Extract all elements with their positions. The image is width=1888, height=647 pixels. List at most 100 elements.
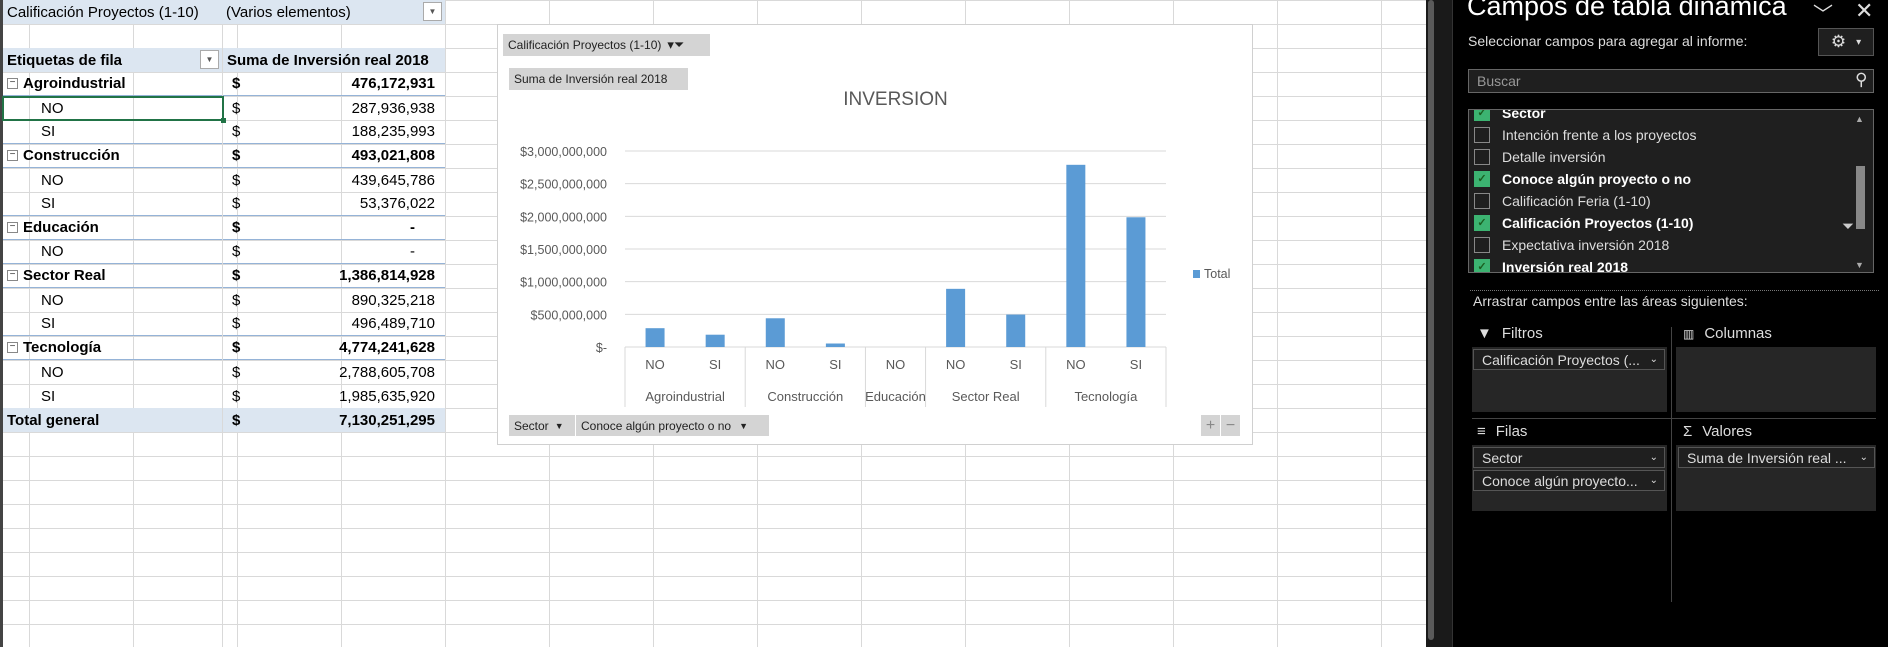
value-cell: $439,645,786 — [222, 168, 445, 192]
row-labels-dropdown-icon[interactable]: ▼ — [200, 50, 219, 69]
pivot-group-row[interactable]: − Tecnología $4,774,241,628 — [3, 335, 445, 360]
field-item[interactable]: Intención frente a los proyectos — [1474, 124, 1697, 146]
pivot-item-row[interactable]: SI $53,376,022 — [3, 191, 445, 216]
field-label: Inversión real 2018 — [1502, 259, 1629, 273]
row-value: 890,325,218 — [351, 291, 435, 309]
pivot-group-row[interactable]: − Sector Real $1,386,814,928 — [3, 263, 445, 288]
pivot-group-row[interactable]: − Agroindustrial $476,172,931 — [3, 71, 445, 96]
bar — [825, 343, 845, 347]
checkbox[interactable] — [1474, 149, 1490, 165]
checkbox[interactable]: ✓ — [1474, 110, 1490, 121]
scroll-down-icon[interactable]: ▼ — [1855, 260, 1864, 270]
collapse-field-button[interactable]: − — [1221, 415, 1240, 436]
row-value: 188,235,993 — [351, 123, 435, 140]
x-group-label: Construcción — [767, 389, 843, 404]
collapse-icon[interactable]: − — [7, 150, 18, 161]
filters-item-label: Calificación Proyectos (... — [1482, 351, 1640, 368]
y-tick-label: $2,500,000,000 — [520, 178, 607, 192]
chevron-down-icon: ⌄ — [1649, 354, 1658, 365]
pivot-group-row[interactable]: − Educación $ - — [3, 215, 445, 240]
conoce-axis-button[interactable]: Conoce algún proyecto o no ▼ — [576, 415, 769, 436]
scroll-up-icon[interactable]: ▲ — [1855, 114, 1864, 124]
pivot-item-row[interactable]: SI $188,235,993 — [3, 119, 445, 144]
field-item[interactable]: ✓ Inversión real 2018 — [1474, 256, 1629, 273]
rows-item-conoce[interactable]: Conoce algún proyecto... ⌄ — [1473, 470, 1665, 491]
pivot-item-row[interactable]: NO $2,788,605,708 — [3, 360, 445, 384]
gear-icon: ⚙ — [1830, 32, 1847, 51]
expand-field-button[interactable]: + — [1201, 415, 1220, 436]
pivot-filter-label: Calificación Proyectos (1-10) — [7, 3, 199, 21]
filters-item[interactable]: Calificación Proyectos (... ⌄ — [1473, 349, 1665, 370]
rows-area[interactable]: Sector ⌄ Conoce algún proyecto... ⌄ — [1472, 445, 1667, 511]
field-list[interactable]: ✓ Sector Intención frente a los proyectos D… — [1468, 109, 1874, 273]
rows-item-sector[interactable]: Sector ⌄ — [1473, 447, 1665, 468]
checkbox[interactable]: ✓ — [1474, 215, 1490, 231]
sector-axis-button[interactable]: Sector ▼ — [509, 415, 575, 436]
x-tick-label: NO — [1066, 357, 1086, 372]
row-label: Tecnología — [23, 339, 102, 356]
row-value: 1,985,635,920 — [339, 387, 435, 405]
pivot-fields-pane: Campos de tabla dinámica ﹀ ✕ Seleccionar… — [1452, 0, 1888, 647]
collapse-icon[interactable]: − — [7, 222, 18, 233]
field-item[interactable]: ✓ Calificación Proyectos (1-10) — [1474, 212, 1693, 234]
row-value: 496,489,710 — [351, 315, 435, 332]
pivot-item-row[interactable]: SI $496,489,710 — [3, 311, 445, 336]
row-label-cell: NO — [3, 168, 222, 192]
value-cell: $53,376,022 — [222, 191, 445, 216]
columns-label: Columnas — [1704, 325, 1772, 342]
row-value: 287,936,938 — [351, 99, 435, 117]
collapse-icon[interactable]: − — [7, 78, 18, 89]
y-tick-label: $500,000,000 — [531, 308, 608, 322]
row-value: 1,386,814,928 — [339, 267, 435, 284]
currency-symbol: $ — [232, 315, 241, 332]
checkbox[interactable]: ✓ — [1474, 171, 1490, 187]
close-icon[interactable]: ✕ — [1855, 0, 1873, 24]
pivot-item-row[interactable]: NO $439,645,786 — [3, 168, 445, 192]
currency-symbol: $ — [232, 195, 241, 212]
row-label: Sector Real — [23, 267, 106, 284]
field-item[interactable]: ✓ Sector — [1474, 110, 1546, 124]
scrollbar-thumb[interactable] — [1428, 0, 1434, 640]
chevron-down-icon: ⌄ — [1859, 452, 1868, 463]
pivot-item-row[interactable]: NO $ - — [3, 239, 445, 264]
currency-symbol: $ — [232, 411, 241, 429]
field-label: Detalle inversión — [1502, 149, 1606, 165]
pivot-header-row: Etiquetas de fila ▼ Suma de Inversión rea… — [3, 48, 445, 72]
scrollbar-thumb[interactable] — [1856, 166, 1865, 229]
checkbox[interactable] — [1474, 127, 1490, 143]
settings-button[interactable]: ⚙ ▾ — [1818, 28, 1874, 56]
pivot-chart[interactable]: Calificación Proyectos (1-10) ▾⏷ Suma de … — [497, 24, 1253, 445]
checkbox[interactable]: ✓ — [1474, 259, 1490, 272]
chevron-down-icon[interactable]: ﹀ — [1813, 0, 1833, 27]
pivot-item-row[interactable]: NO $890,325,218 — [3, 288, 445, 312]
filters-area[interactable]: Calificación Proyectos (... ⌄ — [1472, 347, 1667, 412]
collapse-icon[interactable]: − — [7, 270, 18, 281]
pivot-group-row[interactable]: − Construcción $493,021,808 — [3, 143, 445, 168]
checkbox[interactable] — [1474, 237, 1490, 253]
chart-plot: INVERSION $- $500,000,000 $1,000,000,000 $1,… — [520, 89, 1230, 407]
value-cell: $2,788,605,708 — [222, 360, 445, 384]
filter-dropdown-icon[interactable]: ▼ — [423, 2, 442, 21]
sheet-scrollbar[interactable] — [1426, 0, 1452, 647]
collapse-icon[interactable]: − — [7, 342, 18, 353]
search-input[interactable]: Buscar ⚲ — [1468, 69, 1874, 93]
row-label-cell: − Sector Real — [3, 264, 222, 288]
field-item[interactable]: Detalle inversión — [1474, 146, 1606, 168]
selected-cell[interactable] — [2, 96, 226, 123]
columns-area[interactable] — [1676, 347, 1876, 412]
pane-subtitle: Seleccionar campos para agregar al infor… — [1468, 33, 1748, 49]
field-list-scrollbar[interactable]: ▲ ▼ — [1853, 110, 1869, 272]
field-item[interactable]: Calificación Feria (1-10) — [1474, 190, 1651, 212]
field-item[interactable]: ✓ Conoce algún proyecto o no — [1474, 168, 1691, 190]
field-item[interactable]: Expectativa inversión 2018 — [1474, 234, 1669, 256]
values-item[interactable]: Suma de Inversión real ... ⌄ — [1678, 447, 1875, 468]
dropdown-icon: ▼ — [739, 420, 749, 431]
chevron-down-icon: ▾ — [1856, 36, 1862, 48]
row-label-cell: − Educación — [3, 216, 222, 240]
values-area[interactable]: Suma de Inversión real ... ⌄ — [1676, 445, 1876, 511]
row-label-cell: NO — [3, 240, 222, 264]
x-group-label: Sector Real — [952, 389, 1020, 404]
checkbox[interactable] — [1474, 193, 1490, 209]
pivot-item-row[interactable]: SI $1,985,635,920 — [3, 384, 445, 408]
spreadsheet-grid[interactable]: Calificación Proyectos (1-10) (Varios el… — [0, 0, 1426, 647]
